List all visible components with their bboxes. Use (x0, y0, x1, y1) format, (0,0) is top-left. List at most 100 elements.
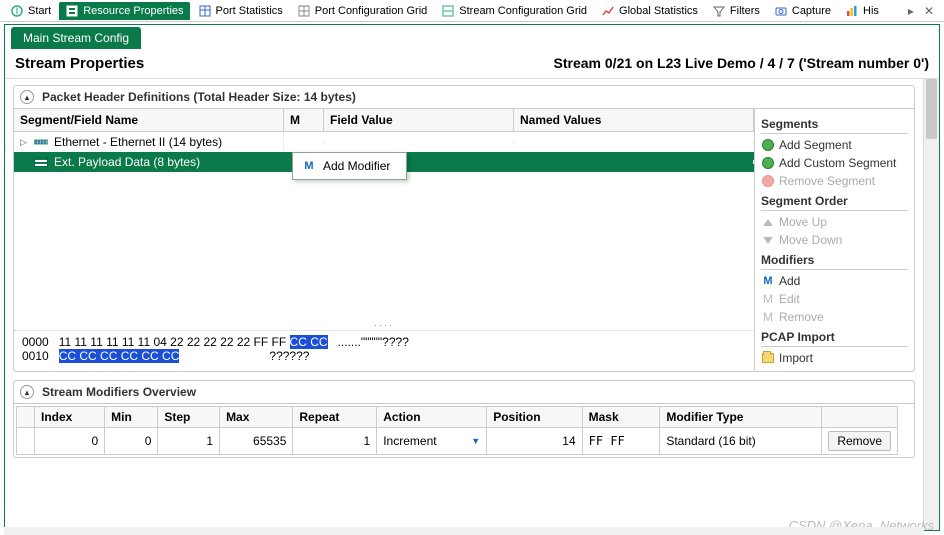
add-custom-segment-button[interactable]: Add Custom Segment (761, 154, 908, 172)
tab-resource-properties[interactable]: Resource Properties (59, 2, 189, 20)
tab-label: Filters (730, 5, 760, 17)
tab-label: Start (28, 5, 51, 17)
modifier-remove-button[interactable]: MRemove (761, 308, 908, 326)
panel-title: Packet Header Definitions (Total Header … (42, 90, 356, 104)
tab-his[interactable]: His (839, 2, 885, 20)
table-row[interactable]: 0 0 1 65535 1 Increment▼ 14 FF FF Standa… (17, 428, 898, 455)
col-position[interactable]: Position (487, 407, 582, 428)
row-label: Ext. Payload Data (8 bytes) (54, 155, 200, 169)
remove-button[interactable]: Remove (828, 431, 891, 451)
plus-icon (761, 156, 775, 170)
tab-label: Capture (792, 5, 831, 17)
panel-stream-modifiers: ▴ Stream Modifiers Overview Index Min St… (13, 380, 915, 458)
triangle-down-icon (761, 233, 775, 247)
col-blank2 (822, 407, 898, 428)
tab-capture[interactable]: Capture (768, 2, 837, 20)
tab-start[interactable]: i Start (4, 2, 57, 20)
info-icon: i (10, 4, 24, 18)
scrollbar-thumb[interactable] (926, 79, 937, 139)
page-title: Stream Properties (15, 55, 144, 72)
segment-order-header: Segment Order (761, 194, 908, 211)
cell-step[interactable]: 1 (158, 428, 220, 455)
tab-stream-config-grid[interactable]: Stream Configuration Grid (435, 2, 593, 20)
cell-mask[interactable]: FF FF (582, 428, 660, 455)
col-min[interactable]: Min (105, 407, 158, 428)
col-field-value[interactable]: Field Value (324, 109, 514, 131)
cell-max[interactable]: 65535 (220, 428, 293, 455)
modifiers-table: Index Min Step Max Repeat Action Positio… (16, 406, 898, 455)
overflow-arrow-icon[interactable]: ▸ (904, 4, 918, 18)
panel-header: ▴ Stream Modifiers Overview (14, 381, 914, 403)
modifier-edit-button[interactable]: MEdit (761, 290, 908, 308)
bar-chart-icon (845, 4, 859, 18)
remove-segment-button[interactable]: Remove Segment (761, 172, 908, 190)
cell-modifier-type[interactable]: Standard (16 bit) (660, 428, 822, 455)
segments-header: Segments (761, 117, 908, 134)
subtab-bar: Main Stream Config (5, 25, 939, 49)
move-up-button[interactable]: Move Up (761, 213, 908, 231)
close-icon[interactable]: ✕ (918, 4, 940, 18)
cell-action[interactable]: Increment▼ (377, 428, 487, 455)
segment-grid: Segment/Field Name M Field Value Named V… (14, 109, 754, 371)
payload-icon (34, 157, 48, 167)
vertical-scrollbar[interactable] (923, 79, 939, 530)
pcap-import-header: PCAP Import (761, 330, 908, 347)
col-named-values[interactable]: Named Values (514, 109, 754, 131)
col-max[interactable]: Max (220, 407, 293, 428)
col-index[interactable]: Index (35, 407, 105, 428)
ethernet-icon (34, 137, 48, 147)
edit-icon: M (761, 292, 775, 306)
row-ethernet[interactable]: ▷ Ethernet - Ethernet II (14 bytes) (14, 132, 754, 152)
cell-position[interactable]: 14 (487, 428, 582, 455)
cell-index[interactable]: 0 (35, 428, 105, 455)
cell-min[interactable]: 0 (105, 428, 158, 455)
properties-icon (65, 4, 79, 18)
title-row: Stream Properties Stream 0/21 on L23 Liv… (5, 49, 939, 79)
col-modifier-type[interactable]: Modifier Type (660, 407, 822, 428)
add-modifier-icon: M (301, 160, 317, 172)
camera-icon (774, 4, 788, 18)
tab-main-stream-config[interactable]: Main Stream Config (11, 27, 141, 49)
expand-icon[interactable]: ▷ (20, 137, 30, 148)
grid-rows: ▷ Ethernet - Ethernet II (14 bytes) ▷ Ex… (14, 132, 754, 320)
chart-line-icon (601, 4, 615, 18)
grid-header-row: Segment/Field Name M Field Value Named V… (14, 109, 754, 132)
horizontal-scrollbar[interactable] (4, 527, 924, 535)
segments-side-panel: Segments Add Segment Add Custom Segment … (754, 109, 914, 371)
table-icon (198, 4, 212, 18)
tab-port-config-grid[interactable]: Port Configuration Grid (291, 2, 434, 20)
add-segment-button[interactable]: Add Segment (761, 136, 908, 154)
col-action[interactable]: Action (377, 407, 487, 428)
context-menu: M Add Modifier (292, 152, 407, 180)
collapse-button[interactable]: ▴ (20, 385, 34, 399)
content-frame: Main Stream Config Stream Properties Str… (4, 24, 940, 531)
funnel-icon (712, 4, 726, 18)
col-step[interactable]: Step (158, 407, 220, 428)
hex-highlight: CC CC (290, 335, 328, 349)
tab-port-statistics[interactable]: Port Statistics (192, 2, 289, 20)
import-button[interactable]: Import (761, 349, 908, 367)
tab-label: Resource Properties (83, 5, 183, 17)
tab-label: Global Statistics (619, 5, 698, 17)
tab-label: Stream Configuration Grid (459, 5, 587, 17)
col-m[interactable]: M (284, 109, 324, 131)
stream-path: Stream 0/21 on L23 Live Demo / 4 / 7 ('S… (554, 55, 929, 72)
menu-add-modifier[interactable]: M Add Modifier (295, 155, 404, 177)
hex-highlight: CC CC CC CC CC CC (59, 349, 180, 363)
move-down-button[interactable]: Move Down (761, 231, 908, 249)
dropdown-arrow-icon: ▼ (471, 436, 480, 446)
panel-header: ▴ Packet Header Definitions (Total Heade… (14, 86, 914, 108)
remove-icon: M (761, 310, 775, 324)
modifiers-header: Modifiers (761, 253, 908, 270)
panel-packet-header-definitions: ▴ Packet Header Definitions (Total Heade… (13, 85, 915, 372)
tab-label: His (863, 5, 879, 17)
col-repeat[interactable]: Repeat (293, 407, 377, 428)
modifier-add-button[interactable]: MAdd (761, 272, 908, 290)
top-tab-bar: i Start Resource Properties Port Statist… (0, 0, 944, 22)
tab-filters[interactable]: Filters (706, 2, 766, 20)
cell-repeat[interactable]: 1 (293, 428, 377, 455)
collapse-button[interactable]: ▴ (20, 90, 34, 104)
col-mask[interactable]: Mask (582, 407, 660, 428)
tab-global-statistics[interactable]: Global Statistics (595, 2, 704, 20)
col-segment-name[interactable]: Segment/Field Name (14, 109, 284, 131)
